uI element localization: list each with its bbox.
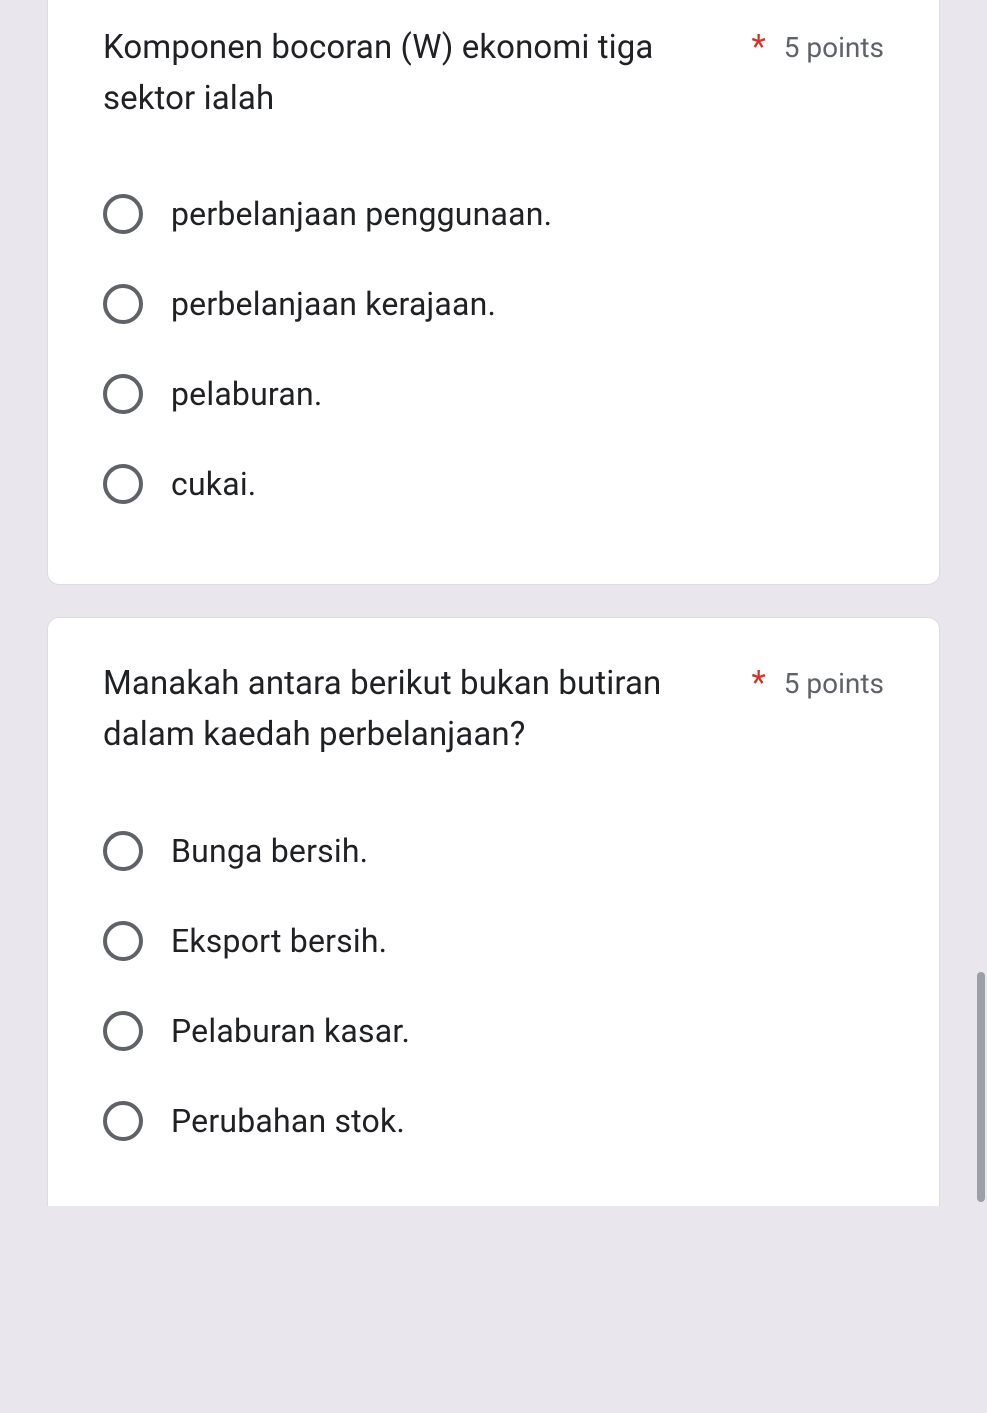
option-label: Eksport bersih. <box>171 922 387 960</box>
radio-icon <box>103 374 143 414</box>
points-label: 5 points <box>784 22 884 69</box>
options-group: perbelanjaan penggunaan. perbelanjaan ke… <box>103 169 884 529</box>
question-title-wrap: Manakah antara berikut bukan butiran dal… <box>103 658 766 760</box>
required-asterisk: * <box>752 22 766 73</box>
radio-option[interactable]: perbelanjaan penggunaan. <box>103 169 884 259</box>
radio-icon <box>103 831 143 871</box>
question-card: Komponen bocoran (W) ekonomi tiga sektor… <box>47 0 940 585</box>
points-label: 5 points <box>784 658 884 705</box>
options-group: Bunga bersih. Eksport bersih. Pelaburan … <box>103 806 884 1166</box>
radio-option[interactable]: perbelanjaan kerajaan. <box>103 259 884 349</box>
question-title-wrap: Komponen bocoran (W) ekonomi tiga sektor… <box>103 22 766 124</box>
radio-icon <box>103 284 143 324</box>
option-label: pelaburan. <box>171 375 322 413</box>
option-label: Bunga bersih. <box>171 832 368 870</box>
radio-icon <box>103 464 143 504</box>
radio-icon <box>103 921 143 961</box>
radio-option[interactable]: Perubahan stok. <box>103 1076 884 1166</box>
required-asterisk: * <box>752 658 766 709</box>
option-label: perbelanjaan kerajaan. <box>171 285 496 323</box>
radio-icon <box>103 1101 143 1141</box>
option-label: cukai. <box>171 465 256 503</box>
option-label: Perubahan stok. <box>171 1102 405 1140</box>
question-header: Komponen bocoran (W) ekonomi tiga sektor… <box>103 22 884 124</box>
scroll-indicator[interactable] <box>977 972 985 1202</box>
radio-option[interactable]: cukai. <box>103 439 884 529</box>
form-container: Komponen bocoran (W) ekonomi tiga sektor… <box>0 0 987 1206</box>
question-title: Manakah antara berikut bukan butiran dal… <box>103 658 744 760</box>
radio-icon <box>103 194 143 234</box>
question-card: Manakah antara berikut bukan butiran dal… <box>47 617 940 1205</box>
question-header: Manakah antara berikut bukan butiran dal… <box>103 658 884 760</box>
radio-option[interactable]: pelaburan. <box>103 349 884 439</box>
radio-icon <box>103 1011 143 1051</box>
question-title: Komponen bocoran (W) ekonomi tiga sektor… <box>103 22 744 124</box>
radio-option[interactable]: Eksport bersih. <box>103 896 884 986</box>
option-label: Pelaburan kasar. <box>171 1012 410 1050</box>
radio-option[interactable]: Pelaburan kasar. <box>103 986 884 1076</box>
option-label: perbelanjaan penggunaan. <box>171 195 552 233</box>
radio-option[interactable]: Bunga bersih. <box>103 806 884 896</box>
